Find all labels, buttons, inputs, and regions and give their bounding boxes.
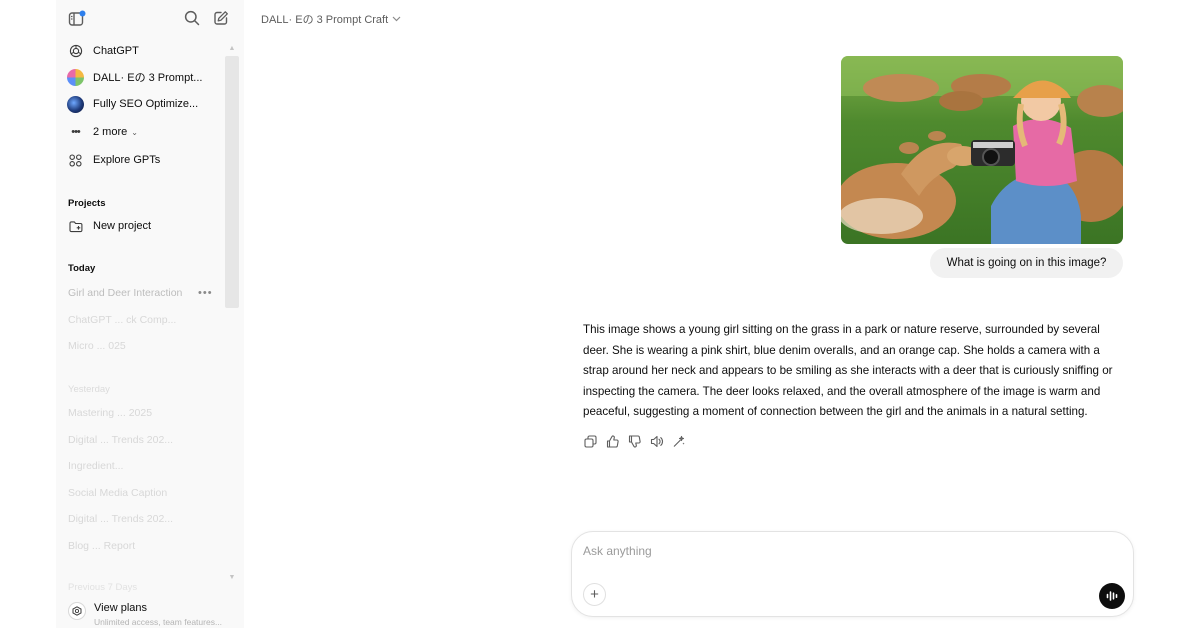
history-item[interactable]: Girl and Deer Interaction bbox=[68, 287, 218, 299]
scroll-down-icon[interactable]: ▼ bbox=[226, 573, 238, 583]
prompt-input[interactable] bbox=[583, 541, 1063, 561]
sidebar-item-more[interactable]: ••• 2 more ⌄ bbox=[64, 120, 224, 144]
history-item[interactable]: Blog ... Report bbox=[68, 540, 218, 552]
history-item[interactable]: Social Media Caption bbox=[68, 487, 218, 499]
voice-mode-button[interactable] bbox=[1099, 583, 1125, 609]
regenerate-icon[interactable] bbox=[671, 434, 686, 449]
history-item[interactable]: Digital ... Trends 202... bbox=[68, 513, 218, 525]
assistant-message: This image shows a young girl sitting on… bbox=[583, 323, 1113, 419]
history-item[interactable]: Micro ... 025 bbox=[68, 340, 218, 352]
gpt-avatar bbox=[67, 95, 84, 113]
girl-deer-photo bbox=[841, 56, 1123, 244]
model-title: DALL· Eの 3 Prompt Craft bbox=[261, 14, 389, 26]
search-icon[interactable] bbox=[182, 8, 202, 28]
voice-waveform-icon bbox=[1106, 591, 1118, 601]
openai-logo-icon bbox=[67, 43, 84, 60]
thumbs-up-icon[interactable] bbox=[605, 434, 620, 449]
previous-heading: Previous 7 Days bbox=[68, 582, 138, 593]
sidebar-item-label: New project bbox=[93, 220, 152, 232]
copy-icon[interactable] bbox=[583, 434, 598, 449]
sidebar-item-seo-optimize[interactable]: Fully SEO Optimize... bbox=[64, 92, 224, 116]
sidebar-item-explore-gpts[interactable]: Explore GPTs bbox=[64, 148, 224, 172]
chevron-down-icon bbox=[392, 13, 401, 25]
composer: + bbox=[571, 531, 1134, 617]
history-item[interactable]: Mastering ... 2025 bbox=[68, 407, 218, 419]
user-message-text: What is going on in this image? bbox=[946, 257, 1107, 269]
grid-icon bbox=[67, 152, 84, 169]
chevron-down-icon: ⌄ bbox=[131, 127, 138, 137]
today-heading: Today bbox=[68, 263, 96, 274]
sidebar-item-label: Fully SEO Optimize... bbox=[93, 98, 199, 110]
user-message: What is going on in this image? bbox=[930, 248, 1123, 278]
sidebar-item-label: ChatGPT bbox=[93, 45, 139, 57]
history-item[interactable]: Ingredient... bbox=[68, 460, 218, 472]
sidebar-item-label: 2 more bbox=[93, 126, 128, 138]
message-actions bbox=[583, 434, 686, 449]
yesterday-heading: Yesterday bbox=[68, 384, 110, 395]
history-item[interactable]: Digital ... Trends 202... bbox=[68, 434, 218, 446]
more-dots-icon: ••• bbox=[71, 126, 81, 138]
more-options-icon[interactable]: ••• bbox=[198, 287, 213, 299]
scroll-up-icon[interactable]: ▲ bbox=[226, 44, 238, 54]
attach-plus-icon[interactable]: + bbox=[583, 583, 606, 606]
history-item[interactable]: ChatGPT ... ck Comp... bbox=[68, 314, 218, 326]
sidebar-header bbox=[56, 0, 244, 36]
view-plans-title: View plans bbox=[94, 602, 147, 614]
read-aloud-icon[interactable] bbox=[649, 434, 664, 449]
sidebar: ▲ ▼ ChatGPT DALL· Eの 3 Prompt... Fully S… bbox=[56, 0, 244, 628]
sidebar-item-chatgpt[interactable]: ChatGPT bbox=[64, 39, 224, 63]
gpt-avatar bbox=[67, 68, 84, 86]
sidebar-scrollbar[interactable] bbox=[225, 56, 239, 308]
sidebar-item-label: Explore GPTs bbox=[93, 154, 161, 166]
user-uploaded-image[interactable] bbox=[841, 56, 1123, 244]
sidebar-toggle-icon[interactable] bbox=[67, 8, 87, 28]
new-chat-icon[interactable] bbox=[211, 8, 231, 28]
view-plans-button[interactable]: View plans Unlimited access, team featur… bbox=[56, 594, 244, 628]
view-plans-subtitle: Unlimited access, team features... bbox=[94, 617, 223, 627]
sidebar-item-dalle-prompt[interactable]: DALL· Eの 3 Prompt... bbox=[64, 65, 224, 89]
plans-icon bbox=[68, 602, 86, 620]
new-project-button[interactable]: New project bbox=[64, 214, 224, 238]
projects-heading: Projects bbox=[68, 198, 106, 209]
folder-plus-icon bbox=[67, 218, 84, 235]
sidebar-item-label: DALL· Eの 3 Prompt... bbox=[93, 72, 203, 84]
model-selector[interactable]: DALL· Eの 3 Prompt Craft bbox=[261, 11, 401, 27]
thumbs-down-icon[interactable] bbox=[627, 434, 642, 449]
